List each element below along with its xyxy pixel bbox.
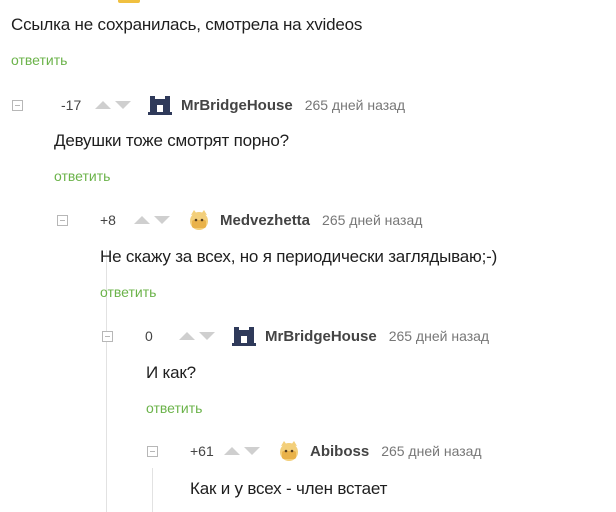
avatar[interactable]: [231, 325, 257, 347]
comment-text: Как и у всех - член встает: [190, 479, 388, 498]
upvote-icon[interactable]: [224, 447, 240, 455]
downvote-icon[interactable]: [244, 447, 260, 455]
timestamp: 265 дней назад: [322, 212, 423, 228]
rating: +61: [190, 443, 214, 459]
downvote-icon[interactable]: [115, 101, 131, 109]
rating: +8: [100, 212, 116, 228]
comment-header: 0 MrBridgeHouse 265 дней назад: [102, 326, 489, 346]
reply-link[interactable]: ответить: [54, 168, 110, 184]
author-name[interactable]: MrBridgeHouse: [181, 97, 293, 114]
comment-text: Ссылка не сохранилась, смотрела на xvide…: [11, 15, 363, 34]
rating: -17: [61, 97, 82, 113]
downvote-icon[interactable]: [154, 216, 170, 224]
castle-icon: [232, 327, 256, 346]
upvote-icon[interactable]: [134, 216, 150, 224]
downvote-icon[interactable]: [199, 332, 215, 340]
previous-avatar-edge: [118, 0, 140, 3]
reply-link[interactable]: ответить: [146, 400, 202, 416]
comment-text: Девушки тоже смотрят порно?: [54, 131, 289, 150]
collapse-button[interactable]: [12, 99, 23, 111]
rating: 0: [145, 328, 153, 344]
author-name[interactable]: MrBridgeHouse: [265, 328, 377, 345]
author-name[interactable]: Abiboss: [310, 443, 369, 460]
cat-face-icon: [280, 441, 298, 461]
comment-text: И как?: [146, 363, 196, 382]
castle-icon: [148, 96, 172, 115]
comment-header: +8 Medvezhetta 265 дней назад: [57, 210, 422, 230]
timestamp: 265 дней назад: [381, 443, 482, 459]
timestamp: 265 дней назад: [304, 97, 406, 113]
comment-header: -17 MrBridgeHouse 265 дней назад: [12, 95, 405, 115]
reply-link[interactable]: ответить: [11, 52, 67, 68]
cat-face-icon: [190, 210, 208, 230]
upvote-icon[interactable]: [95, 101, 111, 109]
comment-text: Не скажу за всех, но я периодически загл…: [100, 247, 498, 266]
comment-header: +61 Abiboss 265 дней назад: [147, 441, 482, 461]
collapse-button[interactable]: [102, 330, 113, 342]
avatar[interactable]: [147, 94, 173, 116]
avatar[interactable]: [186, 209, 212, 231]
avatar[interactable]: [276, 440, 302, 462]
collapse-button[interactable]: [147, 445, 158, 457]
upvote-icon[interactable]: [179, 332, 195, 340]
collapse-button[interactable]: [57, 214, 68, 226]
timestamp: 265 дней назад: [388, 328, 490, 344]
reply-link[interactable]: ответить: [100, 284, 156, 300]
author-name[interactable]: Medvezhetta: [220, 212, 310, 229]
thread-line: [152, 468, 153, 512]
